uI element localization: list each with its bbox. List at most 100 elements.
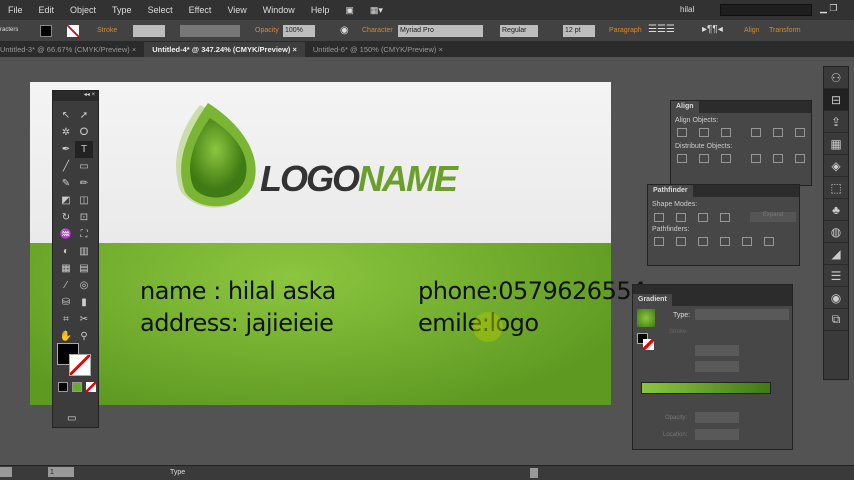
recolor-icon[interactable]: ◉: [340, 25, 349, 36]
transform-icon[interactable]: ⧉: [824, 309, 848, 331]
symbol-sprayer-tool-icon[interactable]: ⛁: [57, 294, 75, 311]
name-text[interactable]: name : hilal aska: [140, 277, 336, 305]
symbols-icon[interactable]: ♣: [824, 199, 848, 221]
blend-tool-icon[interactable]: ◎: [75, 277, 93, 294]
align-link[interactable]: Align: [744, 27, 760, 34]
opacity-field[interactable]: 100%: [283, 25, 315, 37]
magic-wand-tool-icon[interactable]: ✲: [57, 124, 75, 141]
selection-tool-icon[interactable]: ↖: [57, 107, 75, 124]
align-panel-icon[interactable]: ⊟: [824, 89, 848, 111]
gradient-panel-header[interactable]: Gradient: [633, 294, 792, 306]
gradient-icon[interactable]: ◢: [824, 243, 848, 265]
slice-tool-icon[interactable]: ✂: [75, 311, 93, 328]
color-guide-icon[interactable]: ◍: [824, 221, 848, 243]
gradient-tab[interactable]: Gradient: [633, 294, 672, 306]
eyedropper-tool-icon[interactable]: ⁄: [57, 277, 75, 294]
fill-swatch[interactable]: [40, 25, 52, 37]
font-family-field[interactable]: Myriad Pro: [398, 25, 483, 37]
variable-width-field[interactable]: [180, 25, 240, 37]
zoom-field[interactable]: [0, 467, 12, 477]
menu-window[interactable]: Window: [255, 5, 303, 15]
font-style-field[interactable]: Regular: [500, 25, 538, 37]
rectangle-tool-icon[interactable]: ▭: [75, 158, 93, 175]
stop-opacity-field[interactable]: [695, 412, 739, 423]
scale-tool-icon[interactable]: ⊡: [75, 209, 93, 226]
stroke-icon[interactable]: ☰: [824, 265, 848, 287]
horizontal-scrollbar[interactable]: [530, 468, 538, 478]
direct-selection-tool-icon[interactable]: ➚: [75, 107, 93, 124]
pencil-tool-icon[interactable]: ✏: [75, 175, 93, 192]
eraser-tool-icon[interactable]: ◫: [75, 192, 93, 209]
artboards-icon[interactable]: ⬚: [824, 177, 848, 199]
gradient-stroke-box[interactable]: [643, 339, 654, 350]
menu-file[interactable]: File: [0, 5, 31, 15]
warp-tool-icon[interactable]: ♒: [57, 226, 75, 243]
line-tool-icon[interactable]: ╱: [57, 158, 75, 175]
font-size-field[interactable]: 12 pt: [563, 25, 595, 37]
transform-link[interactable]: Transform: [769, 27, 801, 34]
column-graph-tool-icon[interactable]: ▮: [75, 294, 93, 311]
menu-object[interactable]: Object: [62, 5, 104, 15]
rotate-tool-icon[interactable]: ↻: [57, 209, 75, 226]
screen-mode-icon[interactable]: ▭: [67, 413, 76, 424]
perspective-grid-tool-icon[interactable]: ▥: [75, 243, 93, 260]
transparency-icon[interactable]: ◉: [824, 287, 848, 309]
export-icon[interactable]: ⇪: [824, 111, 848, 133]
mesh-tool-icon[interactable]: ▦: [57, 260, 75, 277]
stroke-weight-field[interactable]: [133, 25, 165, 37]
paragraph-link[interactable]: Paragraph: [609, 27, 642, 34]
user-menu[interactable]: hilal: [680, 5, 694, 14]
type-tool-icon[interactable]: T: [75, 141, 93, 158]
menu-help[interactable]: Help: [303, 5, 338, 15]
align-buttons[interactable]: [671, 128, 811, 139]
paragraph-align-icons[interactable]: ☰☰☰: [648, 24, 675, 35]
angle-field[interactable]: [695, 345, 739, 356]
appearance-icon[interactable]: ⚇: [824, 67, 848, 89]
aspect-ratio-field[interactable]: [695, 361, 739, 372]
align-panel-header[interactable]: Align: [671, 101, 811, 113]
tools-panel-header[interactable]: ◂◂ ×: [53, 91, 98, 101]
arrange-documents-icon[interactable]: ▦▾: [362, 5, 391, 16]
expand-button[interactable]: Expand: [750, 212, 796, 222]
tab-untitled-4[interactable]: Untitled-4* @ 347.24% (CMYK/Preview) ×: [144, 42, 305, 57]
artboard-tool-icon[interactable]: ⌗: [57, 311, 75, 328]
free-transform-tool-icon[interactable]: ⛶: [75, 226, 93, 243]
shape-builder-tool-icon[interactable]: ◐: [57, 243, 75, 260]
tab-untitled-6[interactable]: Untitled-6* @ 150% (CMYK/Preview) ×: [305, 42, 451, 57]
color-mode-button[interactable]: [58, 382, 68, 392]
pathfinder-tab[interactable]: Pathfinder: [648, 185, 693, 197]
stroke-color-box[interactable]: [69, 354, 91, 376]
character-link[interactable]: Character: [362, 27, 393, 34]
address-text[interactable]: address: jajieieie: [140, 309, 334, 337]
artboard-number-field[interactable]: 1: [48, 467, 74, 477]
search-input[interactable]: [720, 4, 812, 16]
swatches-icon[interactable]: ▦: [824, 133, 848, 155]
menu-select[interactable]: Select: [140, 5, 181, 15]
none-mode-button[interactable]: [86, 382, 96, 392]
menu-view[interactable]: View: [219, 5, 254, 15]
paintbrush-tool-icon[interactable]: ✎: [57, 175, 75, 192]
gradient-preview[interactable]: [637, 309, 655, 327]
gradient-type-select[interactable]: [695, 309, 789, 320]
artboard[interactable]: LOGONAME name : hilal aska address: jaji…: [30, 82, 646, 405]
menu-edit[interactable]: Edit: [31, 5, 63, 15]
tab-untitled-3[interactable]: Untitled-3* @ 66.67% (CMYK/Preview) ×: [0, 42, 144, 57]
stop-location-field[interactable]: [695, 429, 739, 440]
opacity-link[interactable]: Opacity: [255, 27, 279, 34]
minimize-button[interactable]: ▁ ❐: [820, 3, 838, 14]
align-tab[interactable]: Align: [671, 101, 699, 113]
stroke-link[interactable]: Stroke: [97, 27, 117, 34]
shape-mode-buttons[interactable]: Expand: [648, 212, 799, 222]
menu-type[interactable]: Type: [104, 5, 140, 15]
stroke-swatch[interactable]: [67, 25, 79, 37]
bridge-icon[interactable]: ▣: [337, 5, 362, 16]
pathfinder-buttons[interactable]: [648, 237, 799, 248]
menu-effect[interactable]: Effect: [181, 5, 220, 15]
pathfinder-panel-header[interactable]: Pathfinder: [648, 185, 799, 197]
text-direction-icons[interactable]: ▸¶¶◂: [702, 24, 723, 35]
phone-text[interactable]: phone:0579626554: [418, 277, 646, 305]
lasso-tool-icon[interactable]: ⵔ: [75, 124, 93, 141]
gradient-tool-icon[interactable]: ▤: [75, 260, 93, 277]
gradient-slider[interactable]: [641, 382, 771, 394]
pen-tool-icon[interactable]: ✒: [57, 141, 75, 158]
